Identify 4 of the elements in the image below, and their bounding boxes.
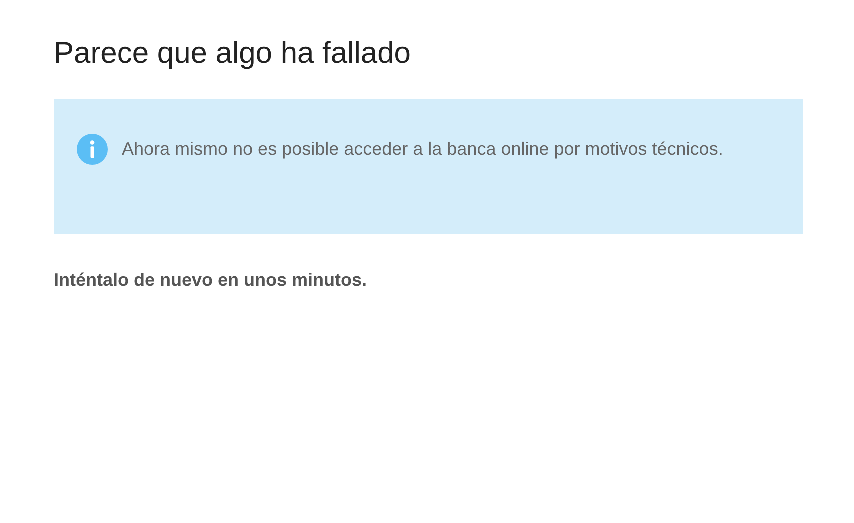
alert-message: Ahora mismo no es posible acceder a la banca online por motivos técnicos. <box>122 138 724 161</box>
info-icon <box>77 134 108 165</box>
page-title: Parece que algo ha fallado <box>54 36 412 72</box>
retry-hint: Inténtalo de nuevo en unos minutos. <box>54 270 368 291</box>
